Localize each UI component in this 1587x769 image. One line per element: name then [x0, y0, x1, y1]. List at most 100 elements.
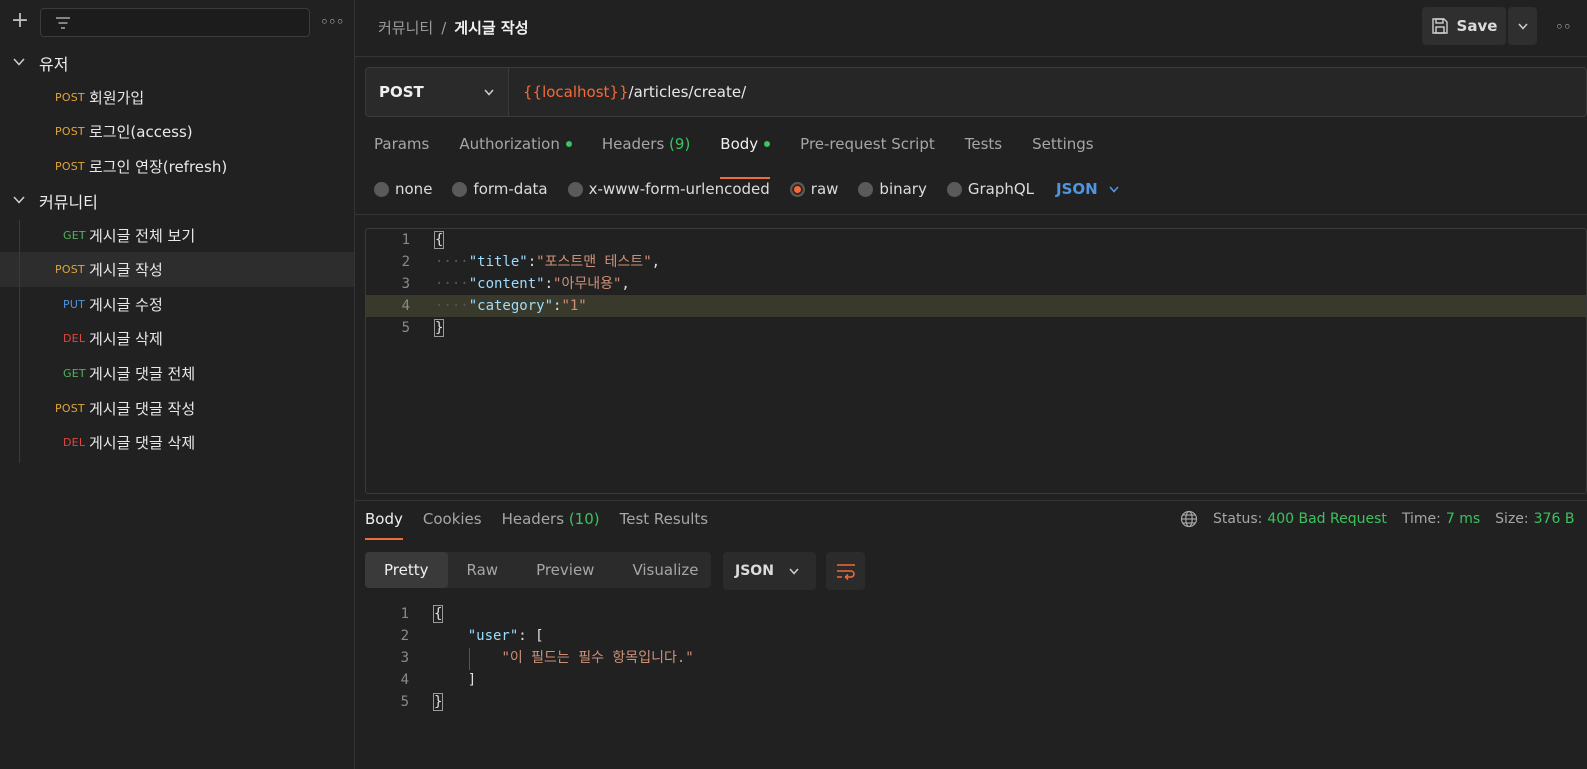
save-label: Save	[1456, 17, 1498, 35]
status-info[interactable]: Status: 400 Bad Request	[1213, 511, 1387, 527]
code-text: ]	[434, 669, 476, 691]
chevron-down-icon	[789, 568, 799, 575]
response-tab-test-results[interactable]: Test Results	[620, 510, 708, 528]
collection-tree: 유저 POST 회원가입 POST 로그인(access) POST 로그인 연…	[0, 46, 354, 460]
request-item-edit-article[interactable]: PUT 게시글 수정	[0, 287, 354, 322]
main-panel: 커뮤니티 / 게시글 작성 Save ◦◦ POST {{localhost}}/a…	[355, 0, 1587, 769]
request-item-list-comments[interactable]: GET 게시글 댓글 전체	[0, 356, 354, 391]
radio-label: binary	[879, 180, 927, 198]
request-item-list-articles[interactable]: GET 게시글 전체 보기	[0, 218, 354, 253]
tab-tests[interactable]: Tests	[965, 135, 1002, 167]
tab-authorization[interactable]: Authorization	[459, 135, 572, 167]
wrap-lines-icon	[836, 564, 855, 580]
radio-urlencoded[interactable]: x-www-form-urlencoded	[567, 180, 770, 198]
code-text: "user": [	[467, 628, 544, 644]
radio-circle[interactable]	[374, 181, 389, 197]
radio-binary[interactable]: binary	[858, 180, 927, 198]
folder-community[interactable]: 커뮤니티	[0, 184, 354, 218]
globe-icon[interactable]	[1180, 510, 1198, 528]
add-icon[interactable]: +	[9, 10, 31, 32]
radio-label: x-www-form-urlencoded	[588, 180, 770, 198]
method-value: POST	[379, 83, 424, 101]
filter-input[interactable]	[40, 8, 310, 37]
radio-none[interactable]: none	[374, 180, 432, 198]
code-text: }	[432, 691, 444, 713]
tab-prerequest-script[interactable]: Pre-request Script	[800, 135, 935, 167]
request-item-delete-comment[interactable]: DEL 게시글 댓글 삭제	[0, 425, 354, 460]
array-open: [	[535, 628, 544, 644]
code-line: 2 ····"title":"포스트맨 테스트",	[366, 251, 1586, 273]
tab-settings[interactable]: Settings	[1032, 135, 1094, 167]
url-bar: POST {{localhost}}/articles/create/	[365, 67, 1587, 117]
request-item-login[interactable]: POST 로그인(access)	[0, 115, 354, 150]
more-icon[interactable]: ◦◦	[1555, 18, 1572, 36]
breadcrumb: 커뮤니티 / 게시글 작성	[378, 17, 529, 38]
line-number: 1	[401, 232, 410, 248]
request-header: 커뮤니티 / 게시글 작성 Save ◦◦	[355, 0, 1587, 57]
size-info[interactable]: Size: 376 B	[1495, 511, 1574, 527]
folder-users[interactable]: 유저	[0, 46, 354, 80]
headers-count: (10)	[568, 510, 600, 528]
request-name: 게시글 댓글 삭제	[89, 434, 196, 453]
tab-body[interactable]: Body	[720, 135, 771, 179]
breadcrumb-current[interactable]: 게시글 작성	[454, 19, 528, 37]
view-raw[interactable]: Raw	[448, 552, 518, 588]
folder-name: 유저	[39, 55, 69, 74]
radio-circle[interactable]	[452, 181, 468, 197]
save-options-button[interactable]	[1508, 7, 1537, 45]
more-icon[interactable]: ◦◦◦	[320, 13, 345, 31]
tab-label: Body	[720, 135, 759, 153]
view-pretty[interactable]: Pretty	[365, 552, 448, 588]
radio-circle[interactable]	[858, 181, 874, 197]
request-item-create-comment[interactable]: POST 게시글 댓글 작성	[0, 391, 354, 426]
response-tabs: Body Cookies Headers (10) Test Results	[365, 510, 728, 540]
line-number: 3	[400, 650, 409, 666]
url-input[interactable]: {{localhost}}/articles/create/	[523, 83, 746, 101]
request-item-refresh[interactable]: POST 로그인 연장(refresh)	[0, 149, 354, 184]
brace: }	[432, 693, 444, 711]
radio-circle[interactable]	[946, 181, 962, 197]
code-text: {	[433, 229, 445, 251]
radio-form-data[interactable]: form-data	[452, 180, 548, 198]
response-divider[interactable]	[355, 500, 1587, 501]
json-value: "아무내용"	[553, 276, 622, 292]
status-label: Status:	[1213, 511, 1263, 527]
radio-graphql[interactable]: GraphQL	[946, 180, 1034, 198]
method-badge: DEL	[63, 436, 86, 450]
radio-label: none	[395, 180, 433, 198]
save-icon	[1431, 18, 1448, 34]
response-tab-cookies[interactable]: Cookies	[423, 510, 482, 528]
view-visualize[interactable]: Visualize	[613, 552, 717, 588]
line-number: 1	[400, 606, 409, 622]
radio-raw[interactable]: raw	[789, 180, 838, 198]
response-tab-headers[interactable]: Headers (10)	[502, 510, 600, 528]
sidebar-toolbar: + ◦◦◦	[0, 0, 354, 44]
time-info[interactable]: Time: 7 ms	[1402, 511, 1480, 527]
size-value: 376 B	[1533, 511, 1575, 527]
tab-headers[interactable]: Headers (9)	[602, 135, 690, 167]
word-wrap-button[interactable]	[826, 552, 865, 590]
request-name: 게시글 댓글 전체	[89, 364, 196, 383]
url-path: /articles/create/	[628, 83, 747, 101]
save-button[interactable]: Save	[1422, 7, 1506, 45]
chevron-down-icon[interactable]	[12, 193, 26, 207]
response-format-select[interactable]: JSON	[723, 552, 816, 590]
request-name: 게시글 댓글 작성	[89, 399, 196, 418]
request-item-create-article[interactable]: POST 게시글 작성	[0, 252, 354, 287]
method-select[interactable]: POST	[366, 68, 509, 116]
request-item-signup[interactable]: POST 회원가입	[0, 80, 354, 115]
tab-params[interactable]: Params	[374, 135, 429, 167]
request-item-delete-article[interactable]: DEL 게시글 삭제	[0, 322, 354, 357]
method-badge: POST	[55, 263, 85, 277]
chevron-down-icon[interactable]	[12, 55, 26, 69]
response-tab-body[interactable]: Body	[365, 510, 403, 540]
status-value: 400 Bad Request	[1267, 511, 1387, 527]
body-format-select[interactable]: JSON	[1056, 180, 1120, 198]
radio-circle[interactable]	[789, 181, 805, 197]
radio-circle[interactable]	[567, 181, 583, 197]
request-body-editor[interactable]: 1 { 2 ····"title":"포스트맨 테스트", 3 ····"con…	[365, 228, 1587, 494]
view-preview[interactable]: Preview	[517, 552, 613, 588]
code-line: 1 {	[365, 603, 1565, 625]
breadcrumb-parent[interactable]: 커뮤니티	[378, 19, 433, 37]
json-key: "title"	[468, 254, 528, 270]
